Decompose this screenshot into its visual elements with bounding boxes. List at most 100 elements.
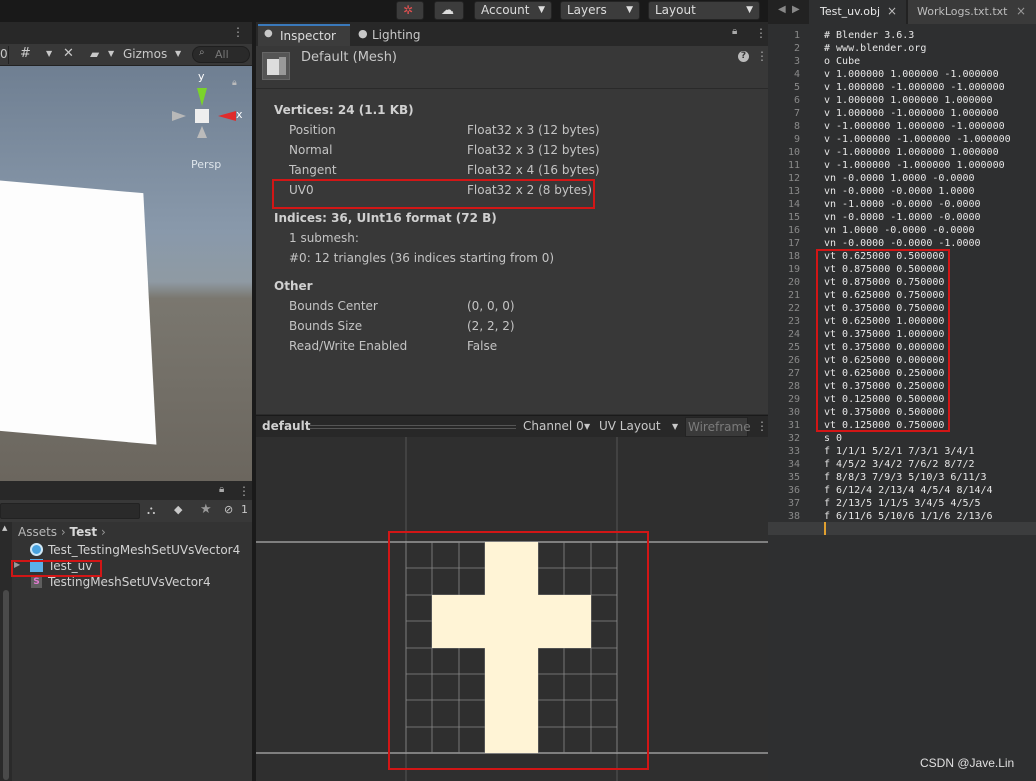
center-cube[interactable]: [195, 109, 209, 123]
code-line[interactable]: v -1.000000 1.000000 -1.000000: [824, 120, 1005, 133]
project-panel: ▲ Assets › Test › Test_TestingMeshSetUVs…: [0, 522, 254, 781]
layers-label: Layers: [567, 3, 607, 17]
hidden-eye-icon[interactable]: ⊘: [224, 503, 233, 516]
chevron-down-icon[interactable]: ▼: [175, 49, 181, 58]
scene-tab-bar: ⋮: [0, 22, 254, 44]
chevron-down-icon[interactable]: ▼: [46, 49, 52, 58]
tab-label: Inspector: [280, 29, 336, 43]
favorite-star-icon[interactable]: ★: [200, 502, 212, 517]
breadcrumb-assets[interactable]: Assets: [18, 525, 57, 539]
tools-icon[interactable]: ✕: [63, 46, 74, 61]
neg-y-axis-cone[interactable]: [197, 126, 207, 138]
breadcrumb-separator-icon: ›: [60, 525, 70, 539]
x-axis-cone[interactable]: [218, 111, 236, 121]
info-icon: ●: [264, 28, 273, 39]
more-icon[interactable]: ⋮: [238, 484, 250, 498]
help-icon[interactable]: ?: [738, 51, 749, 62]
code-line[interactable]: v 1.000000 1.000000 1.000000: [824, 94, 993, 107]
list-item-label: Test_TestingMeshSetUVsVector4: [48, 543, 241, 557]
lock-icon[interactable]: 🔒︎: [219, 484, 224, 495]
code-editor[interactable]: 1 2 3 4 5 6 7 8 9 10 11 12 13 14 15 16 17 18 19 20 21 22 23 24 2…: [768, 24, 1036, 781]
code-line[interactable]: f 4/5/2 3/4/2 7/6/2 8/7/2: [824, 458, 975, 471]
close-icon[interactable]: ×: [1016, 4, 1026, 18]
code-line[interactable]: # Blender 3.6.3: [824, 29, 914, 42]
more-icon[interactable]: ⋮: [232, 25, 244, 39]
list-item[interactable]: Test_TestingMeshSetUVsVector4: [14, 543, 254, 559]
list-item[interactable]: S TestingMeshSetUVsVector4: [14, 575, 254, 591]
code-line[interactable]: v 1.000000 -1.000000 1.000000: [824, 107, 999, 120]
cloud-button[interactable]: ☁: [434, 1, 464, 20]
label-tag-icon[interactable]: ◆: [174, 503, 182, 516]
scrollbar-thumb[interactable]: [3, 590, 9, 780]
lock-icon[interactable]: 🔒︎: [732, 26, 737, 37]
tab-worklogs[interactable]: WorkLogs.txt.txt ×: [908, 0, 1036, 24]
zero-toggle[interactable]: 0: [0, 47, 8, 61]
scroll-up-icon[interactable]: ▲: [2, 524, 7, 532]
more-icon[interactable]: ⋮: [756, 49, 768, 63]
y-axis-cone[interactable]: [197, 88, 207, 106]
scene-toolbar: 0 # ▼ ✕ ▰ ▼ Gizmos ▼ ⌕ All: [0, 44, 254, 66]
breadcrumb-test[interactable]: Test: [70, 525, 98, 539]
prev-tab-icon[interactable]: ◀: [778, 4, 786, 15]
code-line[interactable]: vn -0.0000 1.0000 -0.0000: [824, 172, 975, 185]
unity-toolbar: ✲ ☁ Account ▼ Layers ▼ Layout ▼: [0, 0, 768, 22]
scene-viewport[interactable]: y x 🔒︎ Persp: [0, 66, 252, 481]
account-label: Account: [481, 3, 530, 17]
divider: [256, 88, 768, 89]
layout-dropdown[interactable]: Layout ▼: [648, 1, 760, 20]
search-icon: ⌕: [199, 47, 205, 58]
more-icon[interactable]: ⋮: [756, 419, 768, 433]
code-line[interactable]: f 1/1/1 5/2/1 7/3/1 3/4/1: [824, 445, 975, 458]
tab-inspector[interactable]: ● Inspector: [258, 24, 350, 46]
channel-dropdown[interactable]: Channel 0 ▼: [520, 417, 594, 436]
code-line[interactable]: v 1.000000 1.000000 -1.000000: [824, 68, 999, 81]
uv-layout-label: UV Layout: [599, 419, 661, 433]
code-line[interactable]: v -1.000000 -1.000000 1.000000: [824, 159, 1005, 172]
code-line[interactable]: v -1.000000 1.000000 1.000000: [824, 146, 999, 159]
code-line[interactable]: f 6/12/4 2/13/4 4/5/4 8/14/4: [824, 484, 993, 497]
drag-handle[interactable]: [310, 425, 516, 429]
close-icon[interactable]: ×: [887, 4, 897, 18]
filter-type-icon[interactable]: ⛬: [147, 503, 155, 518]
chevron-down-icon: ▼: [746, 5, 753, 15]
collab-button[interactable]: ✲: [396, 1, 424, 20]
chevron-down-icon[interactable]: ▼: [108, 49, 114, 58]
vertices-header: Vertices: 24 (1.1 KB): [274, 103, 414, 117]
code-line[interactable]: o Cube: [824, 55, 860, 68]
layers-dropdown[interactable]: Layers ▼: [560, 1, 640, 20]
camera-icon[interactable]: ▰: [90, 47, 99, 61]
uv-layout-dropdown[interactable]: UV Layout ▼: [596, 417, 682, 436]
tab-label: Test_uv.obj: [820, 5, 881, 18]
uv-preview[interactable]: [256, 437, 768, 781]
wireframe-toggle[interactable]: Wireframe: [685, 417, 751, 437]
cube-mesh[interactable]: [0, 177, 157, 445]
code-line[interactable]: # www.blender.org: [824, 42, 926, 55]
attr-format: Float32 x 4 (16 bytes): [467, 163, 600, 177]
code-line[interactable]: vn 1.0000 -0.0000 -0.0000: [824, 224, 975, 237]
neg-x-axis-cone[interactable]: [172, 111, 186, 121]
axis-y-label: y: [198, 70, 205, 83]
code-line[interactable]: f 8/8/3 7/9/3 5/10/3 6/11/3: [824, 471, 987, 484]
code-line[interactable]: vn -0.0000 -0.0000 1.0000: [824, 185, 975, 198]
code-line[interactable]: vn -0.0000 -1.0000 -0.0000: [824, 211, 981, 224]
search-input[interactable]: ⌕ All: [192, 46, 250, 63]
code-line[interactable]: f 2/13/5 1/1/5 3/4/5 4/5/5: [824, 497, 981, 510]
mesh-icon: [262, 52, 290, 80]
code-line[interactable]: vn -1.0000 -0.0000 -0.0000: [824, 198, 981, 211]
code-line[interactable]: s 0: [824, 432, 842, 445]
persp-label[interactable]: Persp: [191, 158, 221, 171]
tab-test-uv-obj[interactable]: Test_uv.obj ×: [809, 0, 906, 24]
tab-lighting[interactable]: ● Lighting: [354, 24, 454, 46]
project-search-input[interactable]: [0, 503, 140, 519]
divider: [8, 46, 9, 64]
code-line[interactable]: v 1.000000 -1.000000 -1.000000: [824, 81, 1005, 94]
gizmos-button[interactable]: Gizmos: [123, 47, 167, 61]
code-line[interactable]: v -1.000000 -1.000000 -1.000000: [824, 133, 1011, 146]
lock-icon[interactable]: 🔒︎: [232, 78, 237, 88]
more-icon[interactable]: ⋮: [755, 26, 767, 40]
account-dropdown[interactable]: Account ▼: [474, 1, 552, 20]
inspector-tab-bar: ● Inspector ● Lighting 🔒︎ ⋮: [256, 22, 768, 46]
next-tab-icon[interactable]: ▶: [792, 4, 800, 15]
uv-layout-canvas: [256, 437, 768, 781]
grid-icon[interactable]: #: [20, 46, 31, 61]
